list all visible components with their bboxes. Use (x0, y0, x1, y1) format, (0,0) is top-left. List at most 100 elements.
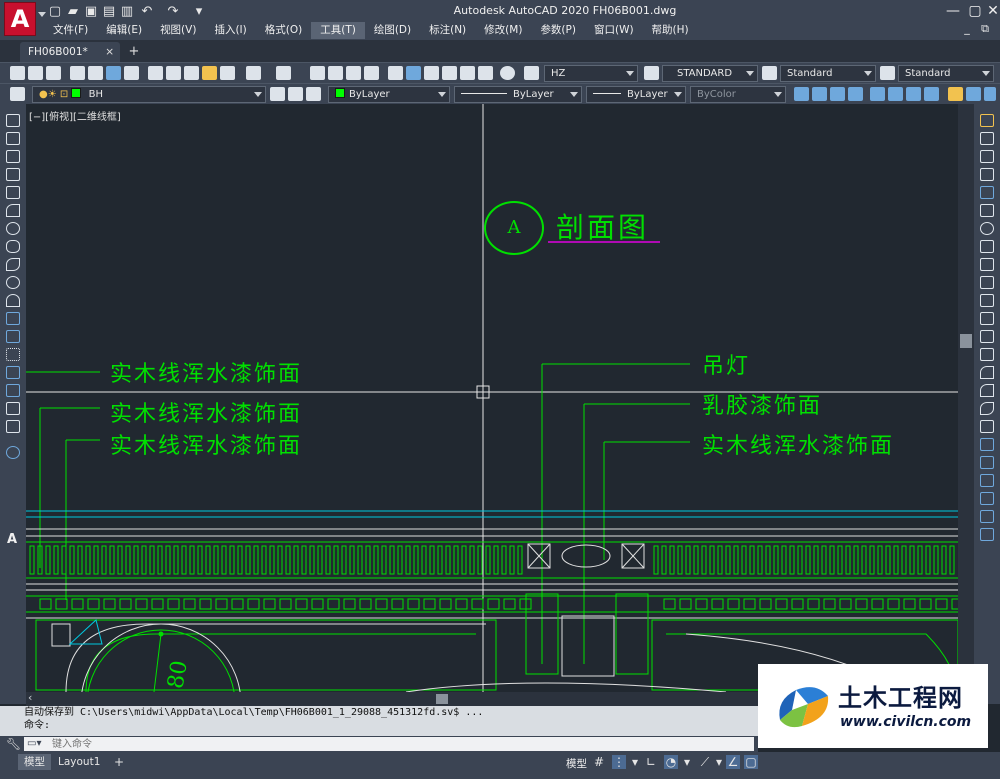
copy-object-icon[interactable] (980, 132, 994, 145)
menu-edit[interactable]: 编辑(E) (97, 22, 151, 39)
markup-icon[interactable] (460, 66, 475, 80)
zoom-realtime-icon[interactable] (328, 66, 343, 80)
menu-format[interactable]: 格式(O) (256, 22, 311, 39)
line-tool-icon[interactable] (6, 114, 20, 127)
zoom-previous-icon[interactable] (364, 66, 379, 80)
hatch-icon[interactable] (6, 366, 20, 379)
menu-window[interactable]: 窗口(W) (585, 22, 643, 39)
close-icon[interactable]: ✕ (980, 2, 1000, 20)
text-style-icon[interactable] (524, 66, 539, 80)
construction-line-icon[interactable] (6, 132, 20, 145)
layer-manager-icon[interactable] (10, 87, 25, 101)
ellipse-arc-icon[interactable] (6, 294, 20, 307)
grid-icon[interactable]: # (592, 755, 606, 769)
diameter-dim-icon[interactable] (906, 87, 921, 101)
join-icon[interactable] (980, 348, 994, 361)
scroll-left-icon[interactable]: ‹ (28, 691, 32, 704)
scale-icon[interactable] (980, 240, 994, 253)
erase-icon[interactable] (980, 114, 994, 127)
rotate-icon[interactable] (980, 222, 994, 235)
region-icon[interactable] (6, 402, 20, 415)
redo-icon[interactable] (276, 66, 291, 80)
trim-icon[interactable] (980, 276, 994, 289)
ortho-icon[interactable]: ∟ (644, 755, 658, 769)
open-icon[interactable] (28, 66, 43, 80)
ellipse-icon[interactable] (6, 276, 20, 289)
color-select[interactable]: ByLayer (328, 86, 450, 103)
pan-icon[interactable] (310, 66, 325, 80)
text-style-select[interactable]: HZ (544, 65, 638, 82)
menu-help[interactable]: 帮助(H) (643, 22, 698, 39)
make-block-icon[interactable] (6, 330, 20, 343)
polar-dropdown-icon[interactable]: ▾ (680, 755, 694, 769)
menu-view[interactable]: 视图(V) (151, 22, 205, 39)
tab-layout1[interactable]: Layout1 (52, 754, 106, 770)
menu-parametric[interactable]: 参数(P) (531, 22, 585, 39)
tab-document[interactable]: FH06B001* × (20, 42, 120, 62)
add-layout-button[interactable]: + (108, 754, 130, 770)
polyline-icon[interactable] (6, 150, 20, 163)
table-style-select[interactable]: Standard (780, 65, 876, 82)
hatch-to-back-icon[interactable] (980, 528, 994, 541)
tab-model[interactable]: 模型 (18, 754, 51, 770)
aligned-dim-icon[interactable] (812, 87, 827, 101)
text-to-front-icon[interactable] (980, 510, 994, 523)
cut-icon[interactable] (148, 66, 163, 80)
tool-palettes-icon[interactable] (424, 66, 439, 80)
radius-dim-icon[interactable] (870, 87, 885, 101)
dim-style-select[interactable]: STANDARD (662, 65, 758, 82)
vertical-scrollbar[interactable] (958, 104, 974, 692)
layer-previous-icon[interactable] (288, 87, 303, 101)
make-object-layer-current-icon[interactable] (270, 87, 285, 101)
circle-icon[interactable] (6, 222, 20, 235)
add-selected-icon[interactable] (6, 446, 20, 459)
draworder-front-icon[interactable] (980, 438, 994, 451)
help-icon[interactable] (500, 66, 515, 80)
table-style-icon[interactable] (762, 66, 777, 80)
stretch-icon[interactable] (980, 258, 994, 271)
undo-icon[interactable] (246, 66, 261, 80)
break-icon[interactable] (980, 330, 994, 343)
doc-restore-icon[interactable]: ⧉ (972, 20, 998, 38)
menu-file[interactable]: 文件(F) (44, 22, 97, 39)
snap-mode-icon[interactable]: ⋮ (612, 755, 626, 769)
menu-tools[interactable]: 工具(T) (311, 22, 365, 39)
layer-state-icon[interactable] (306, 87, 321, 101)
linear-dim-icon[interactable] (794, 87, 809, 101)
rectangle-icon[interactable] (6, 186, 20, 199)
publish-icon[interactable] (106, 66, 121, 80)
linetype-select[interactable]: ByLayer (454, 86, 582, 103)
horizontal-scrollbar-thumb[interactable] (436, 694, 448, 704)
sheet-set-icon[interactable] (442, 66, 457, 80)
insert-block-icon[interactable] (6, 312, 20, 325)
model-space-toggle[interactable]: 模型 (566, 756, 587, 771)
polar-tracking-icon[interactable]: ◔ (664, 755, 678, 769)
menu-insert[interactable]: 插入(I) (205, 22, 255, 39)
draworder-under-icon[interactable] (980, 492, 994, 505)
save-icon[interactable] (46, 66, 61, 80)
multileader-style-select[interactable]: Standard (898, 65, 994, 82)
block-editor-icon[interactable] (220, 66, 235, 80)
paste-icon[interactable] (184, 66, 199, 80)
move-icon[interactable] (980, 204, 994, 217)
menu-modify[interactable]: 修改(M) (475, 22, 531, 39)
arc-length-icon[interactable] (830, 87, 845, 101)
table-icon[interactable] (6, 420, 20, 433)
angular-dim-icon[interactable] (924, 87, 939, 101)
revision-cloud-icon[interactable] (6, 240, 20, 253)
blend-curves-icon[interactable] (980, 402, 994, 415)
layer-select[interactable]: ●☀ ⊡ BH (32, 86, 266, 103)
ordinate-dim-icon[interactable] (848, 87, 863, 101)
3d-print-icon[interactable] (124, 66, 139, 80)
quick-dim-icon[interactable] (948, 87, 963, 101)
offset-icon[interactable] (980, 168, 994, 181)
object-snap-tracking-icon[interactable]: ∠ (726, 755, 740, 769)
object-snap-icon[interactable]: ▢ (744, 755, 758, 769)
spline-icon[interactable] (6, 258, 20, 271)
drawing-canvas[interactable]: 80 [−][俯视][二维线框] A 剖面图 实木线浑水漆饰面 实木线浑水漆饰面… (26, 104, 958, 692)
customize-wrench-icon[interactable]: 🔧︎ (6, 737, 21, 751)
chamfer-icon[interactable] (980, 366, 994, 379)
snap-dropdown-icon[interactable]: ▾ (628, 755, 642, 769)
menu-draw[interactable]: 绘图(D) (365, 22, 420, 39)
dim-style-icon[interactable] (644, 66, 659, 80)
